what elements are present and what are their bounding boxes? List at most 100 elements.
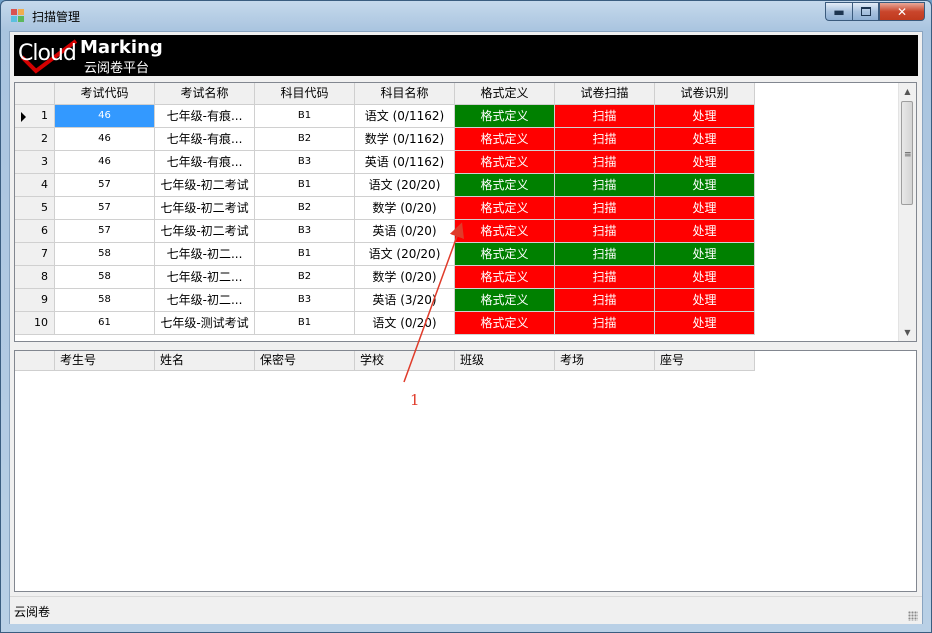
cell-subject-name: 语文 (0/20): [355, 312, 455, 335]
cell-exam-name: 七年级-初二考试: [155, 174, 255, 197]
row-number: 9: [41, 293, 48, 306]
cell-subject-code: B3: [255, 151, 355, 174]
cell-subject-name: 语文 (20/20): [355, 174, 455, 197]
cell-format-define-button[interactable]: 格式定义: [455, 243, 555, 266]
column-header-student-name[interactable]: 姓名: [155, 351, 255, 371]
cell-paper-recognize-button[interactable]: 处理: [655, 174, 755, 197]
scroll-down-button[interactable]: ▼: [899, 324, 916, 341]
logo-marking-text: Marking: [80, 37, 163, 58]
column-header-class[interactable]: 班级: [455, 351, 555, 371]
cell-paper-scan-button[interactable]: 扫描: [555, 128, 655, 151]
exam-grid[interactable]: 考试代码 考试名称 科目代码 科目名称 格式定义 试卷扫描 试卷识别 1 46 七年级-有痕..…: [14, 82, 917, 342]
row-header[interactable]: 3: [15, 151, 55, 174]
close-icon: ✕: [896, 4, 908, 19]
column-header-paper-scan[interactable]: 试卷扫描: [555, 83, 655, 105]
cell-paper-recognize-button[interactable]: 处理: [655, 151, 755, 174]
resize-grip-icon[interactable]: [908, 611, 918, 621]
cell-format-define-button[interactable]: 格式定义: [455, 266, 555, 289]
cell-format-define-button[interactable]: 格式定义: [455, 289, 555, 312]
column-header-exam-room[interactable]: 考场: [555, 351, 655, 371]
cell-exam-code: 58: [55, 243, 155, 266]
minimize-button[interactable]: ▬: [825, 2, 852, 21]
table-row[interactable]: 1 46 七年级-有痕... B1 语文 (0/1162) 格式定义 扫描 处理: [15, 105, 755, 128]
cell-paper-scan-button[interactable]: 扫描: [555, 174, 655, 197]
table-row[interactable]: 2 46 七年级-有痕... B2 数学 (0/1162) 格式定义 扫描 处理: [15, 128, 755, 151]
cell-paper-recognize-button[interactable]: 处理: [655, 220, 755, 243]
table-row[interactable]: 3 46 七年级-有痕... B3 英语 (0/1162) 格式定义 扫描 处理: [15, 151, 755, 174]
cell-paper-scan-button[interactable]: 扫描: [555, 266, 655, 289]
logo-banner: Cloud Marking 云阅卷平台: [14, 35, 918, 76]
column-header-paper-recognize[interactable]: 试卷识别: [655, 83, 755, 105]
cell-paper-scan-button[interactable]: 扫描: [555, 289, 655, 312]
table-row[interactable]: 6 57 七年级-初二考试 B3 英语 (0/20) 格式定义 扫描 处理: [15, 220, 755, 243]
cell-paper-recognize-button[interactable]: 处理: [655, 289, 755, 312]
cell-subject-name: 语文 (20/20): [355, 243, 455, 266]
row-header[interactable]: 1: [15, 105, 55, 128]
column-header-secret-no[interactable]: 保密号: [255, 351, 355, 371]
cell-format-define-button[interactable]: 格式定义: [455, 312, 555, 335]
maximize-button[interactable]: [852, 2, 879, 21]
row-header[interactable]: 7: [15, 243, 55, 266]
cell-paper-recognize-button[interactable]: 处理: [655, 266, 755, 289]
cell-paper-recognize-button[interactable]: 处理: [655, 243, 755, 266]
column-header-subject-name[interactable]: 科目名称: [355, 83, 455, 105]
row-number: 6: [41, 224, 48, 237]
row-header[interactable]: 8: [15, 266, 55, 289]
scroll-grip-icon: ≡: [904, 150, 912, 160]
cell-exam-code: 57: [55, 174, 155, 197]
column-header-school[interactable]: 学校: [355, 351, 455, 371]
cell-paper-scan-button[interactable]: 扫描: [555, 312, 655, 335]
row-number: 8: [41, 270, 48, 283]
row-header[interactable]: 2: [15, 128, 55, 151]
cell-exam-name: 七年级-有痕...: [155, 105, 255, 128]
student-grid[interactable]: 考生号 姓名 保密号 学校 班级 考场 座号: [14, 350, 917, 592]
table-row[interactable]: 10 61 七年级-测试考试 B1 语文 (0/20) 格式定义 扫描 处理: [15, 312, 755, 335]
cell-format-define-button[interactable]: 格式定义: [455, 174, 555, 197]
close-button[interactable]: ✕: [879, 2, 925, 21]
row-header[interactable]: 10: [15, 312, 55, 335]
column-header-exam-name[interactable]: 考试名称: [155, 83, 255, 105]
column-header-student-id[interactable]: 考生号: [55, 351, 155, 371]
row-number: 3: [41, 155, 48, 168]
table-row[interactable]: 4 57 七年级-初二考试 B1 语文 (20/20) 格式定义 扫描 处理: [15, 174, 755, 197]
cell-paper-scan-button[interactable]: 扫描: [555, 105, 655, 128]
row-header[interactable]: 5: [15, 197, 55, 220]
row-number: 4: [41, 178, 48, 191]
cell-paper-recognize-button[interactable]: 处理: [655, 312, 755, 335]
table-row[interactable]: 5 57 七年级-初二考试 B2 数学 (0/20) 格式定义 扫描 处理: [15, 197, 755, 220]
cell-paper-scan-button[interactable]: 扫描: [555, 151, 655, 174]
cell-exam-name: 七年级-有痕...: [155, 128, 255, 151]
exam-grid-scrollbar[interactable]: ▲ ≡ ▼: [898, 83, 916, 341]
column-header-seat-no[interactable]: 座号: [655, 351, 755, 371]
grid-corner-header[interactable]: [15, 83, 55, 105]
annotation-label: 1: [410, 391, 420, 409]
row-header[interactable]: 9: [15, 289, 55, 312]
column-header-subject-code[interactable]: 科目代码: [255, 83, 355, 105]
table-row[interactable]: 9 58 七年级-初二... B3 英语 (3/20) 格式定义 扫描 处理: [15, 289, 755, 312]
cell-paper-scan-button[interactable]: 扫描: [555, 197, 655, 220]
cell-paper-scan-button[interactable]: 扫描: [555, 220, 655, 243]
row-header[interactable]: 4: [15, 174, 55, 197]
cell-format-define-button[interactable]: 格式定义: [455, 220, 555, 243]
cell-exam-code: 46: [55, 105, 155, 128]
column-header-format-define[interactable]: 格式定义: [455, 83, 555, 105]
cell-format-define-button[interactable]: 格式定义: [455, 197, 555, 220]
cell-format-define-button[interactable]: 格式定义: [455, 128, 555, 151]
cell-paper-recognize-button[interactable]: 处理: [655, 128, 755, 151]
cell-paper-scan-button[interactable]: 扫描: [555, 243, 655, 266]
table-row[interactable]: 8 58 七年级-初二... B2 数学 (0/20) 格式定义 扫描 处理: [15, 266, 755, 289]
scroll-up-button[interactable]: ▲: [899, 83, 916, 100]
window-controls: ▬ ✕: [825, 2, 925, 22]
cell-subject-code: B1: [255, 105, 355, 128]
cell-paper-recognize-button[interactable]: 处理: [655, 197, 755, 220]
cell-paper-recognize-button[interactable]: 处理: [655, 105, 755, 128]
grid-corner-header[interactable]: [15, 351, 55, 371]
title-bar[interactable]: 扫描管理 ▬ ✕: [1, 1, 931, 31]
cell-subject-name: 数学 (0/1162): [355, 128, 455, 151]
cell-format-define-button[interactable]: 格式定义: [455, 105, 555, 128]
column-header-exam-code[interactable]: 考试代码: [55, 83, 155, 105]
scroll-thumb[interactable]: ≡: [901, 101, 913, 205]
row-header[interactable]: 6: [15, 220, 55, 243]
table-row[interactable]: 7 58 七年级-初二... B1 语文 (20/20) 格式定义 扫描 处理: [15, 243, 755, 266]
cell-format-define-button[interactable]: 格式定义: [455, 151, 555, 174]
